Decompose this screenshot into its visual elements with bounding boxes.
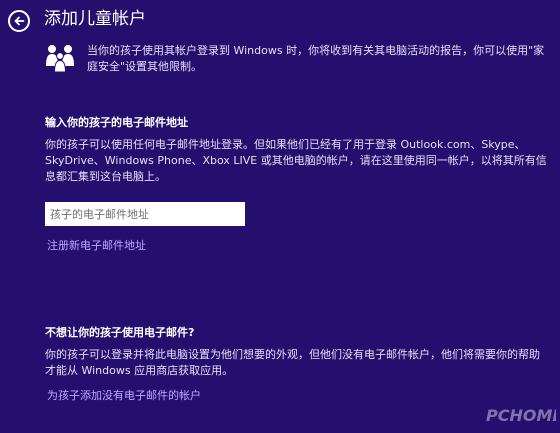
page-title: 添加儿童帐户 — [44, 9, 146, 29]
pchome-watermark: PCHOME — [484, 399, 560, 429]
email-section-description: 你的孩子可以使用任何电子邮件地址登录。但如果他们已经有了用于登录 Outlook… — [45, 138, 547, 183]
back-arrow-icon — [14, 16, 25, 26]
child-email-input[interactable] — [45, 202, 245, 226]
no-email-section-description: 你的孩子可以登录并将此电脑设置为他们想要的外观，但他们没有电子邮件帐户，他们将需… — [45, 348, 540, 377]
watermark-text: PCHOME — [486, 406, 556, 425]
intro-text: 当你的孩子使用其帐户登录到 Windows 时，你将收到有关其电脑活动的报告，你… — [87, 44, 545, 73]
back-button[interactable] — [8, 10, 30, 32]
no-email-section-heading: 不想让你的孩子使用电子邮件? — [45, 326, 195, 339]
add-account-without-email-link[interactable]: 为孩子添加没有电子邮件的帐户 — [47, 389, 201, 403]
family-icon — [46, 45, 74, 72]
watermark-logo-icon: PCHOME — [486, 406, 560, 425]
email-section-heading: 输入你的孩子的电子邮件地址 — [45, 116, 188, 129]
signup-email-link[interactable]: 注册新电子邮件地址 — [47, 239, 146, 253]
